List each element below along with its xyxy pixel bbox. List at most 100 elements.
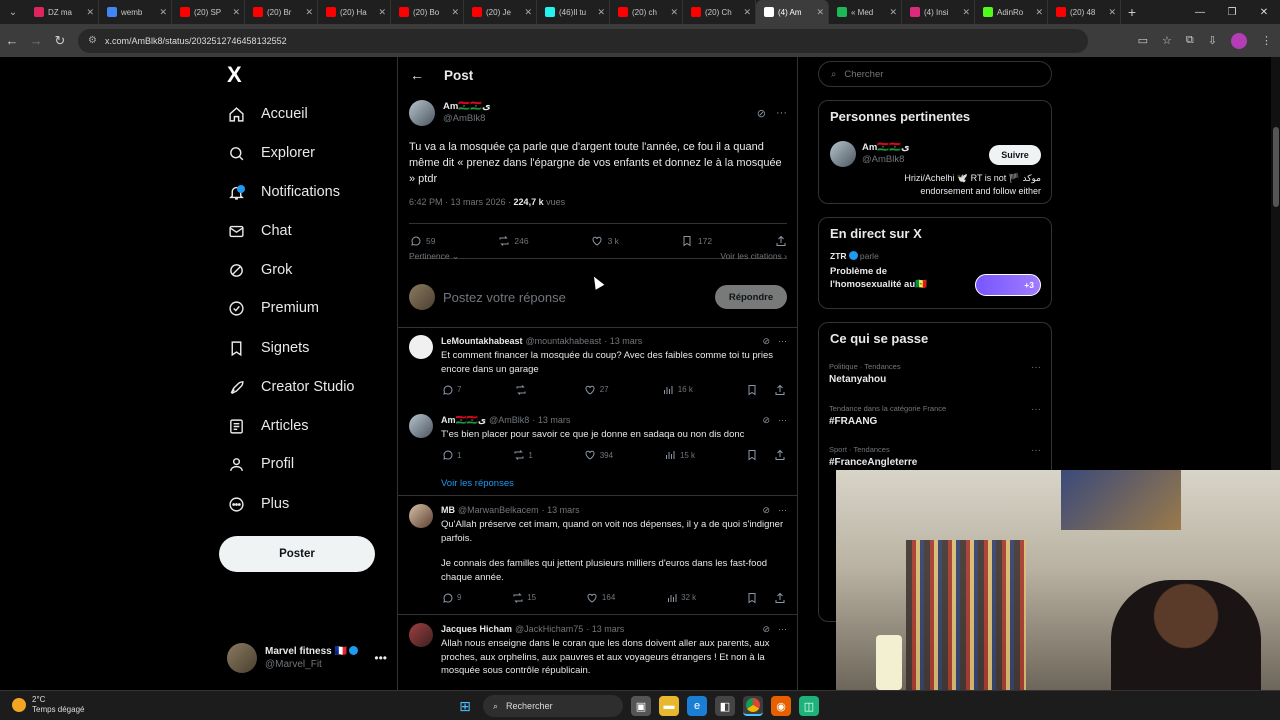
reply-author-name[interactable]: LeMountakhabeast: [441, 335, 523, 348]
tab-close-icon[interactable]: ✕: [86, 7, 94, 18]
forward-icon[interactable]: →: [24, 33, 48, 48]
reply-action[interactable]: 1: [441, 449, 461, 462]
like-action[interactable]: 394: [584, 449, 613, 462]
tab-close-icon[interactable]: ✕: [670, 7, 678, 18]
tab-close-icon[interactable]: ✕: [378, 7, 386, 18]
tab-close-icon[interactable]: ✕: [743, 7, 751, 18]
tab-close-icon[interactable]: ✕: [816, 7, 824, 18]
back-arrow-icon[interactable]: ←: [410, 67, 424, 83]
like-action[interactable]: 27: [584, 383, 609, 396]
avatar[interactable]: [409, 414, 433, 438]
bookmark-icon[interactable]: [746, 591, 759, 604]
grok-icon[interactable]: ⊘: [762, 335, 770, 348]
reply-date[interactable]: · 13 mars: [542, 504, 580, 517]
reply-action[interactable]: 7: [441, 383, 461, 396]
avatar[interactable]: [409, 623, 433, 647]
share-icon[interactable]: [774, 591, 787, 604]
site-info-icon[interactable]: ⚙: [88, 35, 97, 46]
sidebar-item-premium[interactable]: Premium: [227, 293, 319, 323]
tab-close-icon[interactable]: ✕: [451, 7, 459, 18]
more-icon[interactable]: ···: [778, 504, 787, 517]
avatar[interactable]: [409, 100, 435, 126]
views-action[interactable]: 32 k: [665, 591, 696, 604]
browser-tab[interactable]: DZ ma ✕: [26, 0, 99, 24]
browser-menu-icon[interactable]: ⋮: [1261, 34, 1272, 47]
file-explorer-icon[interactable]: ▬: [659, 696, 679, 716]
sidebar-item-accueil[interactable]: Accueil: [227, 99, 308, 129]
sidebar-item-chat[interactable]: Chat: [227, 216, 292, 246]
sidebar-item-explorer[interactable]: Explorer: [227, 138, 315, 168]
browser-tab[interactable]: (20) Je ✕: [464, 0, 537, 24]
reply-action[interactable]: 59: [409, 235, 435, 248]
browser-tab[interactable]: (20) ch ✕: [610, 0, 683, 24]
sidebar-item-plus[interactable]: Plus: [227, 489, 289, 519]
browser-tab[interactable]: AdinRo ✕: [975, 0, 1048, 24]
more-icon[interactable]: ···: [778, 335, 787, 348]
browser-tab[interactable]: wemb ✕: [99, 0, 172, 24]
grok-icon[interactable]: ⊘: [762, 414, 770, 427]
downloads-icon[interactable]: ⇩: [1208, 34, 1217, 47]
app-icon[interactable]: ◫: [799, 696, 819, 716]
more-icon[interactable]: ···: [1031, 362, 1041, 373]
sidebar-item-articles[interactable]: Articles: [227, 411, 309, 441]
author-handle[interactable]: @AmBlk8: [443, 113, 491, 125]
sort-dropdown[interactable]: Pertinence ⌄: [409, 251, 459, 265]
reply-author-handle[interactable]: @MarwanBelkacem: [458, 504, 539, 517]
reply-author-name[interactable]: MB: [441, 504, 455, 517]
cast-icon[interactable]: ▭: [1138, 34, 1148, 47]
like-action[interactable]: 164: [586, 591, 615, 604]
author-name[interactable]: Am🇱🇾🇱🇾ی: [443, 101, 491, 113]
more-icon[interactable]: ···: [778, 623, 787, 636]
browser-tab[interactable]: (20) 48 ✕: [1048, 0, 1121, 24]
browser-tab[interactable]: (20) Br ✕: [245, 0, 318, 24]
browser-tab[interactable]: (20) Ch ✕: [683, 0, 756, 24]
browser-tab[interactable]: (20) Bo ✕: [391, 0, 464, 24]
back-icon[interactable]: ←: [0, 33, 24, 48]
browser-tab[interactable]: « Med ✕: [829, 0, 902, 24]
tab-close-icon[interactable]: ✕: [305, 7, 313, 18]
share-icon[interactable]: [774, 449, 787, 462]
scrollbar-thumb[interactable]: [1273, 127, 1279, 207]
view-quotes-link[interactable]: Voir les citations ›: [720, 251, 787, 265]
share-icon[interactable]: [774, 383, 787, 396]
follow-button[interactable]: Suivre: [989, 145, 1041, 165]
bookmark-icon[interactable]: [746, 383, 759, 396]
repost-action[interactable]: 246: [497, 235, 529, 248]
reload-icon[interactable]: ↻: [48, 33, 72, 49]
repost-action[interactable]: [515, 383, 531, 396]
trend-item[interactable]: Tendance dans la catégorie France #FRAAN…: [829, 404, 1041, 427]
reply-date[interactable]: · 13 mars: [604, 335, 642, 348]
edge-icon[interactable]: e: [687, 696, 707, 716]
share-action[interactable]: [774, 235, 787, 248]
new-tab-button[interactable]: +: [1121, 4, 1143, 20]
show-replies-link[interactable]: Voir les réponses: [441, 478, 514, 489]
reply-input[interactable]: Postez votre réponse: [443, 290, 566, 305]
views-action[interactable]: 15 k: [664, 449, 695, 462]
browser-tab[interactable]: (46)Il tu ✕: [537, 0, 610, 24]
reply-button[interactable]: Répondre: [715, 285, 787, 309]
post-time[interactable]: 6:42 PM · 13 mars 2026 ·: [409, 197, 514, 207]
more-icon[interactable]: •••: [374, 651, 387, 665]
repost-action[interactable]: 15: [511, 591, 536, 604]
bookmark-icon[interactable]: [746, 449, 759, 462]
grok-icon[interactable]: ⊘: [762, 504, 770, 517]
tab-close-icon[interactable]: ✕: [962, 7, 970, 18]
profile-avatar[interactable]: [1231, 32, 1247, 49]
reply-author-handle[interactable]: @mountakhabeast: [526, 335, 602, 348]
repost-action[interactable]: 1: [512, 449, 533, 462]
weather-widget[interactable]: 2°C Temps dégagé: [12, 695, 84, 715]
tab-close-icon[interactable]: ✕: [1108, 7, 1116, 18]
sidebar-item-creator-studio[interactable]: Creator Studio: [227, 372, 355, 402]
windows-start-icon[interactable]: ⊞: [455, 696, 475, 716]
taskbar-search[interactable]: ⌕ Rechercher: [483, 695, 623, 717]
relevant-user[interactable]: Am🇱🇾🇱🇾ی @AmBlk8: [830, 141, 910, 167]
more-icon[interactable]: ···: [1031, 445, 1041, 456]
task-view-icon[interactable]: ▣: [631, 696, 651, 716]
sidebar-item-signets[interactable]: Signets: [227, 333, 309, 363]
sidebar-item-grok[interactable]: Grok: [227, 255, 292, 285]
chrome-icon[interactable]: [743, 696, 763, 716]
sidebar-item-profil[interactable]: Profil: [227, 449, 294, 479]
store-icon[interactable]: ◧: [715, 696, 735, 716]
tab-close-icon[interactable]: ✕: [597, 7, 605, 18]
live-listeners-badge[interactable]: +3: [975, 274, 1041, 296]
